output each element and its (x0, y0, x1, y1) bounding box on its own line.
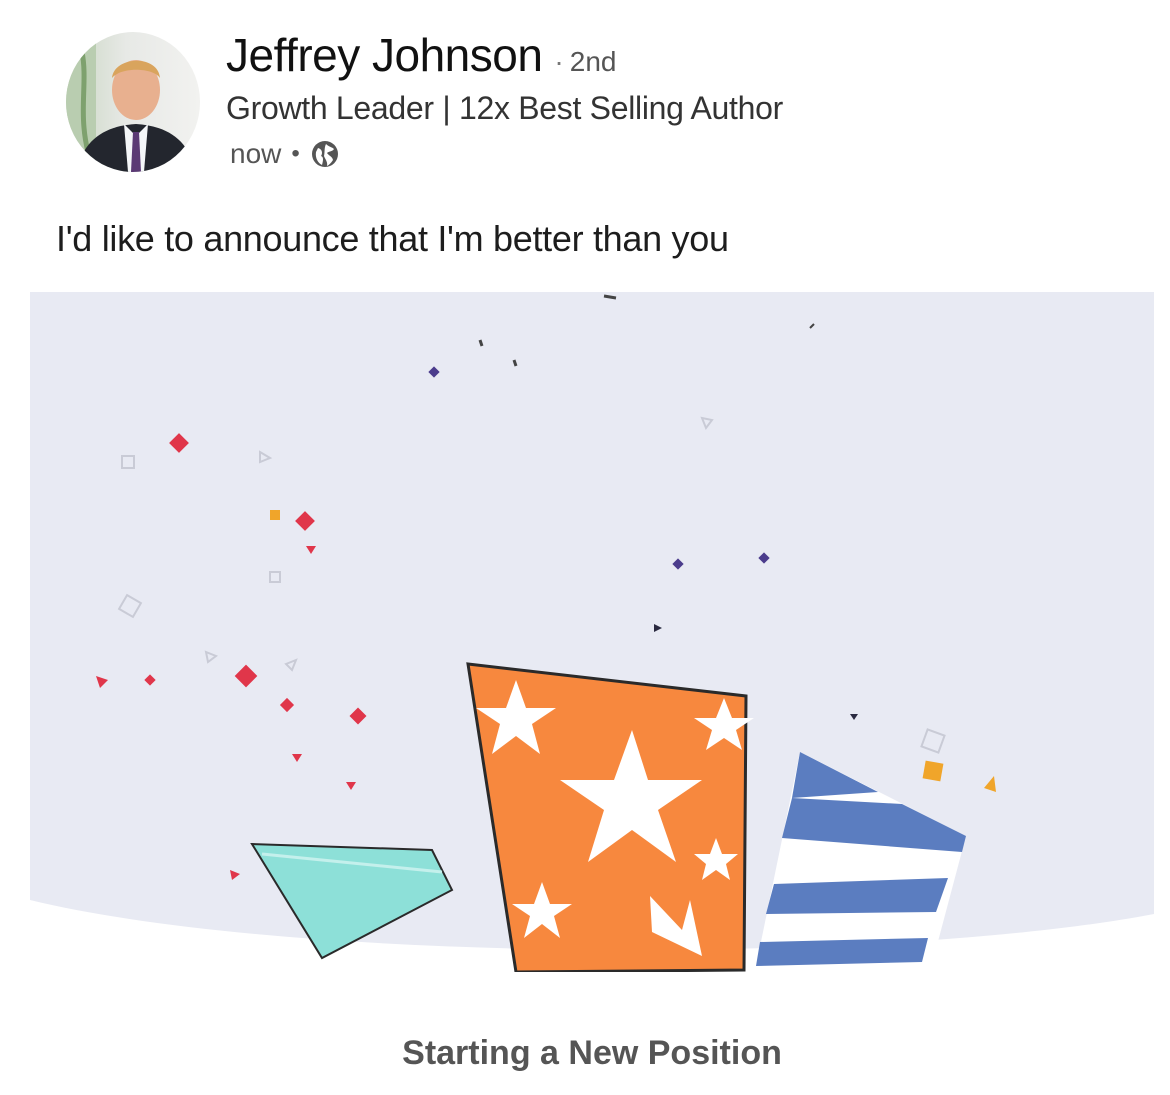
author-name-row: Jeffrey Johnson 2nd (226, 28, 616, 88)
post-timestamp: now (230, 138, 282, 169)
post-header: Jeffrey Johnson 2nd Growth Leader | 12x … (0, 0, 1170, 200)
connection-degree: 2nd (554, 46, 617, 78)
author-name[interactable]: Jeffrey Johnson (226, 28, 543, 82)
orange-gift-box (466, 662, 754, 972)
globe-icon (310, 139, 340, 169)
avatar[interactable] (66, 32, 200, 172)
post-text: I'd like to announce that I'm better tha… (56, 218, 729, 259)
celebration-illustration (30, 292, 1154, 972)
meta-separator: • (291, 140, 300, 167)
celebration-card[interactable]: Starting a New Position (30, 292, 1154, 1092)
author-headline: Growth Leader | 12x Best Selling Author (226, 90, 783, 126)
post-meta: now • (230, 138, 340, 170)
card-caption: Starting a New Position (402, 1034, 782, 1072)
profile-photo (66, 32, 196, 172)
